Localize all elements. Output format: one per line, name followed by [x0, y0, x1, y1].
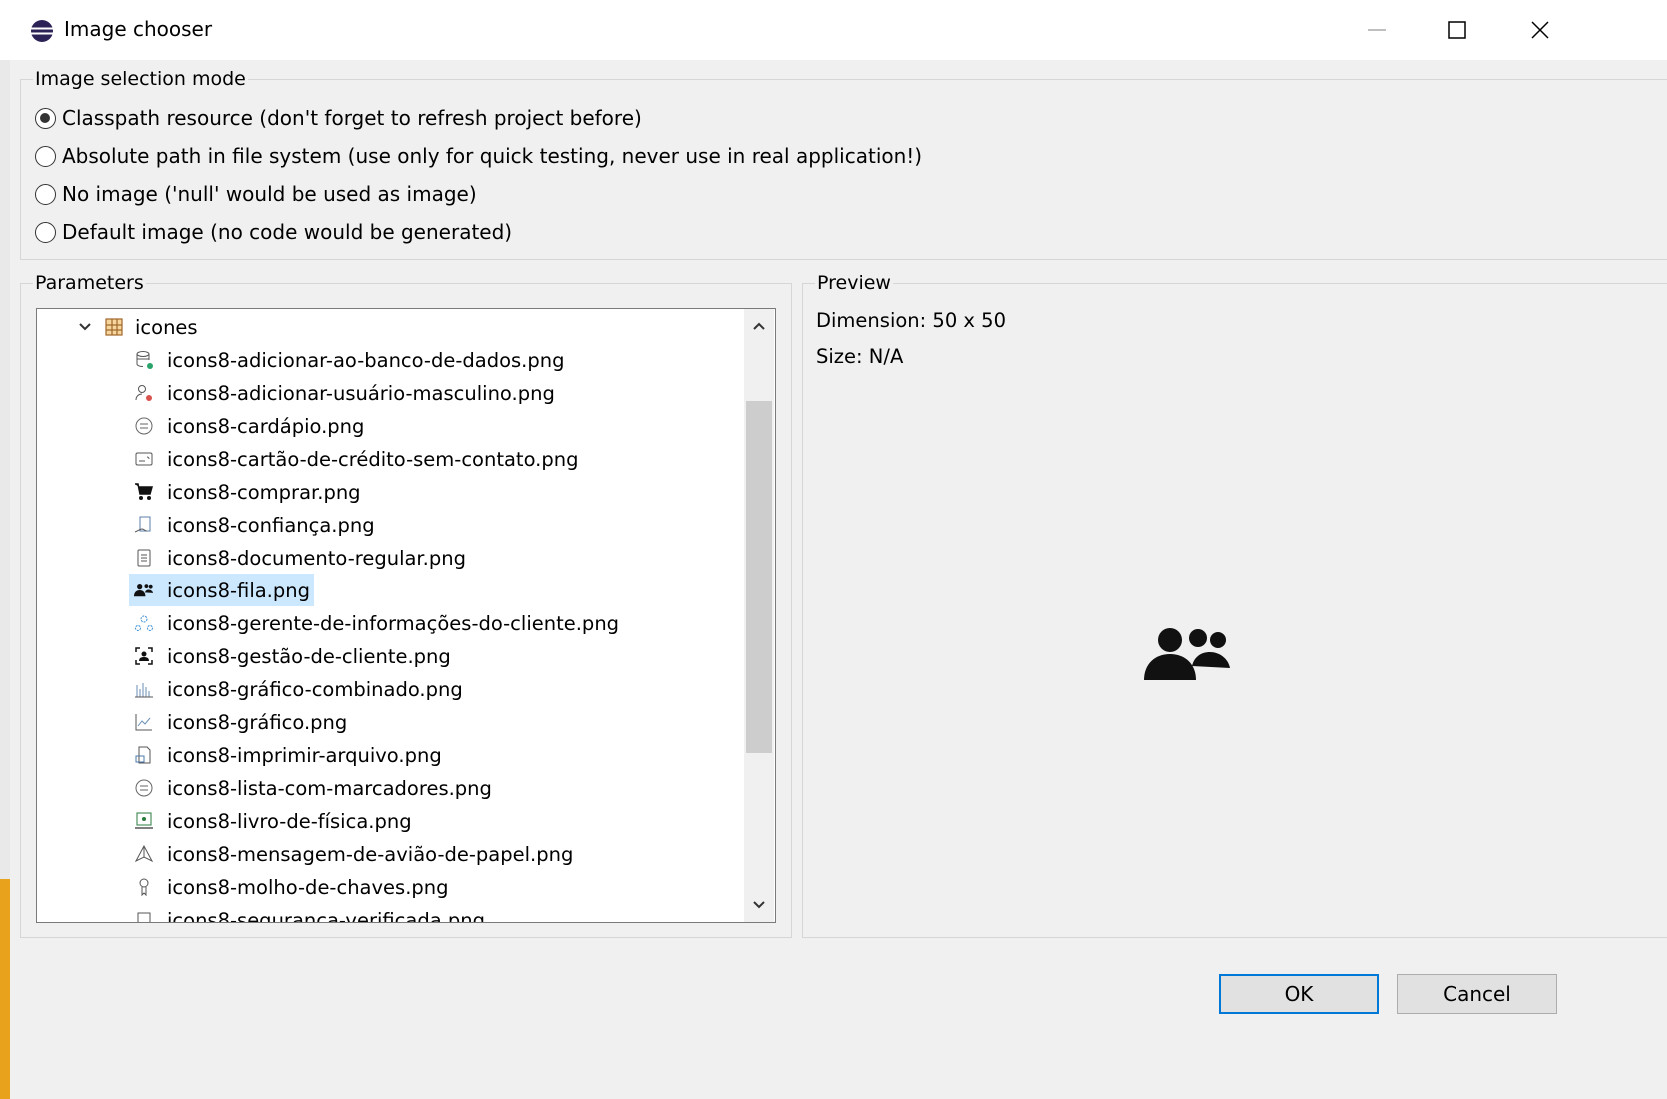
tree-file-label: icons8-documento-regular.png [167, 546, 466, 570]
title-bar: Image chooser [0, 0, 1667, 60]
tree-file-item[interactable]: icons8-comprar.png [133, 477, 361, 507]
queue-icon [133, 579, 155, 601]
radio-button[interactable] [35, 145, 56, 167]
menu-icon [133, 415, 155, 437]
queue-icon [1144, 628, 1230, 680]
radio-label: Absolute path in file system (use only f… [62, 144, 923, 168]
tree-file-item[interactable]: icons8-adicionar-ao-banco-de-dados.png [133, 345, 565, 375]
background-app-edge [0, 879, 10, 1099]
close-icon [1531, 21, 1549, 39]
tree-file-label: icons8-gerente-de-informações-do-cliente… [167, 611, 620, 635]
tree-file-item[interactable]: icons8-imprimir-arquivo.png [133, 740, 442, 770]
trust-icon [133, 514, 155, 536]
radio-label: Default image (no code would be generate… [62, 220, 513, 244]
package-icon [103, 316, 125, 338]
verified-security-icon [133, 909, 155, 922]
radio-button[interactable] [35, 221, 56, 243]
tree-file-item-selected[interactable]: icons8-fila.png [129, 574, 314, 606]
tree-file-item[interactable]: icons8-lista-com-marcadores.png [133, 773, 492, 803]
chevron-down-icon [753, 901, 765, 909]
tree-scrollbar[interactable] [744, 309, 774, 922]
maximize-button[interactable] [1417, 0, 1497, 60]
user-add-icon [133, 382, 155, 404]
keys-icon [133, 876, 155, 898]
tree-file-item[interactable]: icons8-gráfico-combinado.png [133, 674, 463, 704]
bullet-list-icon [133, 777, 155, 799]
tree-folder-icones[interactable]: icones [77, 312, 198, 342]
tree-file-item[interactable]: icons8-gerente-de-informações-do-cliente… [133, 608, 619, 638]
tree-file-label: icons8-adicionar-ao-banco-de-dados.png [167, 348, 565, 372]
scroll-down-button[interactable] [744, 890, 774, 920]
close-button[interactable] [1500, 0, 1580, 60]
preview-group: Preview [802, 272, 1667, 938]
tree-file-label: icons8-mensagem-de-avião-de-papel.png [167, 842, 574, 866]
window-title: Image chooser [64, 17, 213, 41]
radio-button[interactable] [35, 183, 56, 205]
tree-file-label: icons8-lista-com-marcadores.png [167, 776, 492, 800]
preview-dimension: Dimension: 50 x 50 [816, 309, 1006, 332]
radio-no-image[interactable]: No image ('null' would be used as image) [35, 180, 477, 208]
window-edge [0, 60, 10, 1099]
tree-file-label: icons8-gestão-de-cliente.png [167, 644, 451, 668]
radio-label: Classpath resource (don't forget to refr… [62, 106, 642, 130]
credit-card-icon [133, 448, 155, 470]
tree-file-label: icons8-confiança.png [167, 513, 375, 537]
client-management-icon [133, 645, 155, 667]
radio-button[interactable] [35, 107, 56, 129]
ok-button[interactable]: OK [1219, 974, 1379, 1014]
tree-file-item[interactable]: icons8-segurança-verificada.png [133, 905, 485, 923]
tree-file-label: icons8-cardápio.png [167, 414, 365, 438]
tree-file-label: icons8-livro-de-física.png [167, 809, 412, 833]
tree-file-label: icons8-cartão-de-crédito-sem-contato.png [167, 447, 579, 471]
chart-icon [133, 711, 155, 733]
tree-folder-label: icones [135, 315, 198, 339]
tree-file-label: icons8-adicionar-usuário-masculino.png [167, 381, 555, 405]
tree-file-label: icons8-fila.png [167, 578, 310, 602]
tree-file-item[interactable]: icons8-livro-de-física.png [133, 806, 412, 836]
tree-file-item[interactable]: icons8-documento-regular.png [133, 543, 466, 573]
database-add-icon [133, 349, 155, 371]
tree-file-item[interactable]: icons8-molho-de-chaves.png [133, 872, 449, 902]
client-manager-icon [133, 612, 155, 634]
minimize-button[interactable] [1337, 0, 1417, 60]
paper-plane-icon [133, 843, 155, 865]
tree-file-label: icons8-gráfico.png [167, 710, 348, 734]
tree-file-item[interactable]: icons8-mensagem-de-avião-de-papel.png [133, 839, 573, 869]
radio-label: No image ('null' would be used as image) [62, 182, 477, 206]
combined-chart-icon [133, 678, 155, 700]
tree-file-item[interactable]: icons8-cartão-de-crédito-sem-contato.png [133, 444, 578, 474]
chevron-up-icon [753, 322, 765, 330]
print-file-icon [133, 744, 155, 766]
radio-absolute-path[interactable]: Absolute path in file system (use only f… [35, 142, 922, 170]
tree-file-item[interactable]: icons8-cardápio.png [133, 411, 364, 441]
scrollbar-thumb[interactable] [746, 401, 772, 753]
maximize-icon [1448, 21, 1466, 39]
parameters-legend: Parameters [35, 272, 144, 294]
minimize-icon [1368, 29, 1386, 31]
tree-file-item[interactable]: icons8-gestão-de-cliente.png [133, 641, 451, 671]
physics-book-icon [133, 810, 155, 832]
tree-file-item[interactable]: icons8-gráfico.png [133, 707, 347, 737]
tree-file-item[interactable]: icons8-confiança.png [133, 510, 375, 540]
preview-legend: Preview [817, 272, 891, 294]
tree-file-label: icons8-imprimir-arquivo.png [167, 743, 442, 767]
document-icon [133, 547, 155, 569]
preview-size: Size: N/A [816, 345, 904, 368]
eclipse-icon [31, 20, 53, 42]
cart-icon [133, 481, 155, 503]
tree-file-label: icons8-gráfico-combinado.png [167, 677, 463, 701]
chevron-down-icon[interactable] [77, 319, 93, 335]
tree-file-item[interactable]: icons8-adicionar-usuário-masculino.png [133, 378, 555, 408]
tree-file-label: icons8-comprar.png [167, 480, 361, 504]
selection-mode-legend: Image selection mode [35, 68, 246, 90]
tree-file-label: icons8-segurança-verificada.png [167, 908, 485, 923]
scroll-up-button[interactable] [744, 311, 774, 341]
resource-tree[interactable]: icones icons8-adicionar-ao-banco-de-dado… [36, 308, 776, 923]
radio-classpath-resource[interactable]: Classpath resource (don't forget to refr… [35, 104, 642, 132]
tree-file-label: icons8-molho-de-chaves.png [167, 875, 449, 899]
cancel-button[interactable]: Cancel [1397, 974, 1557, 1014]
radio-default-image[interactable]: Default image (no code would be generate… [35, 218, 512, 246]
